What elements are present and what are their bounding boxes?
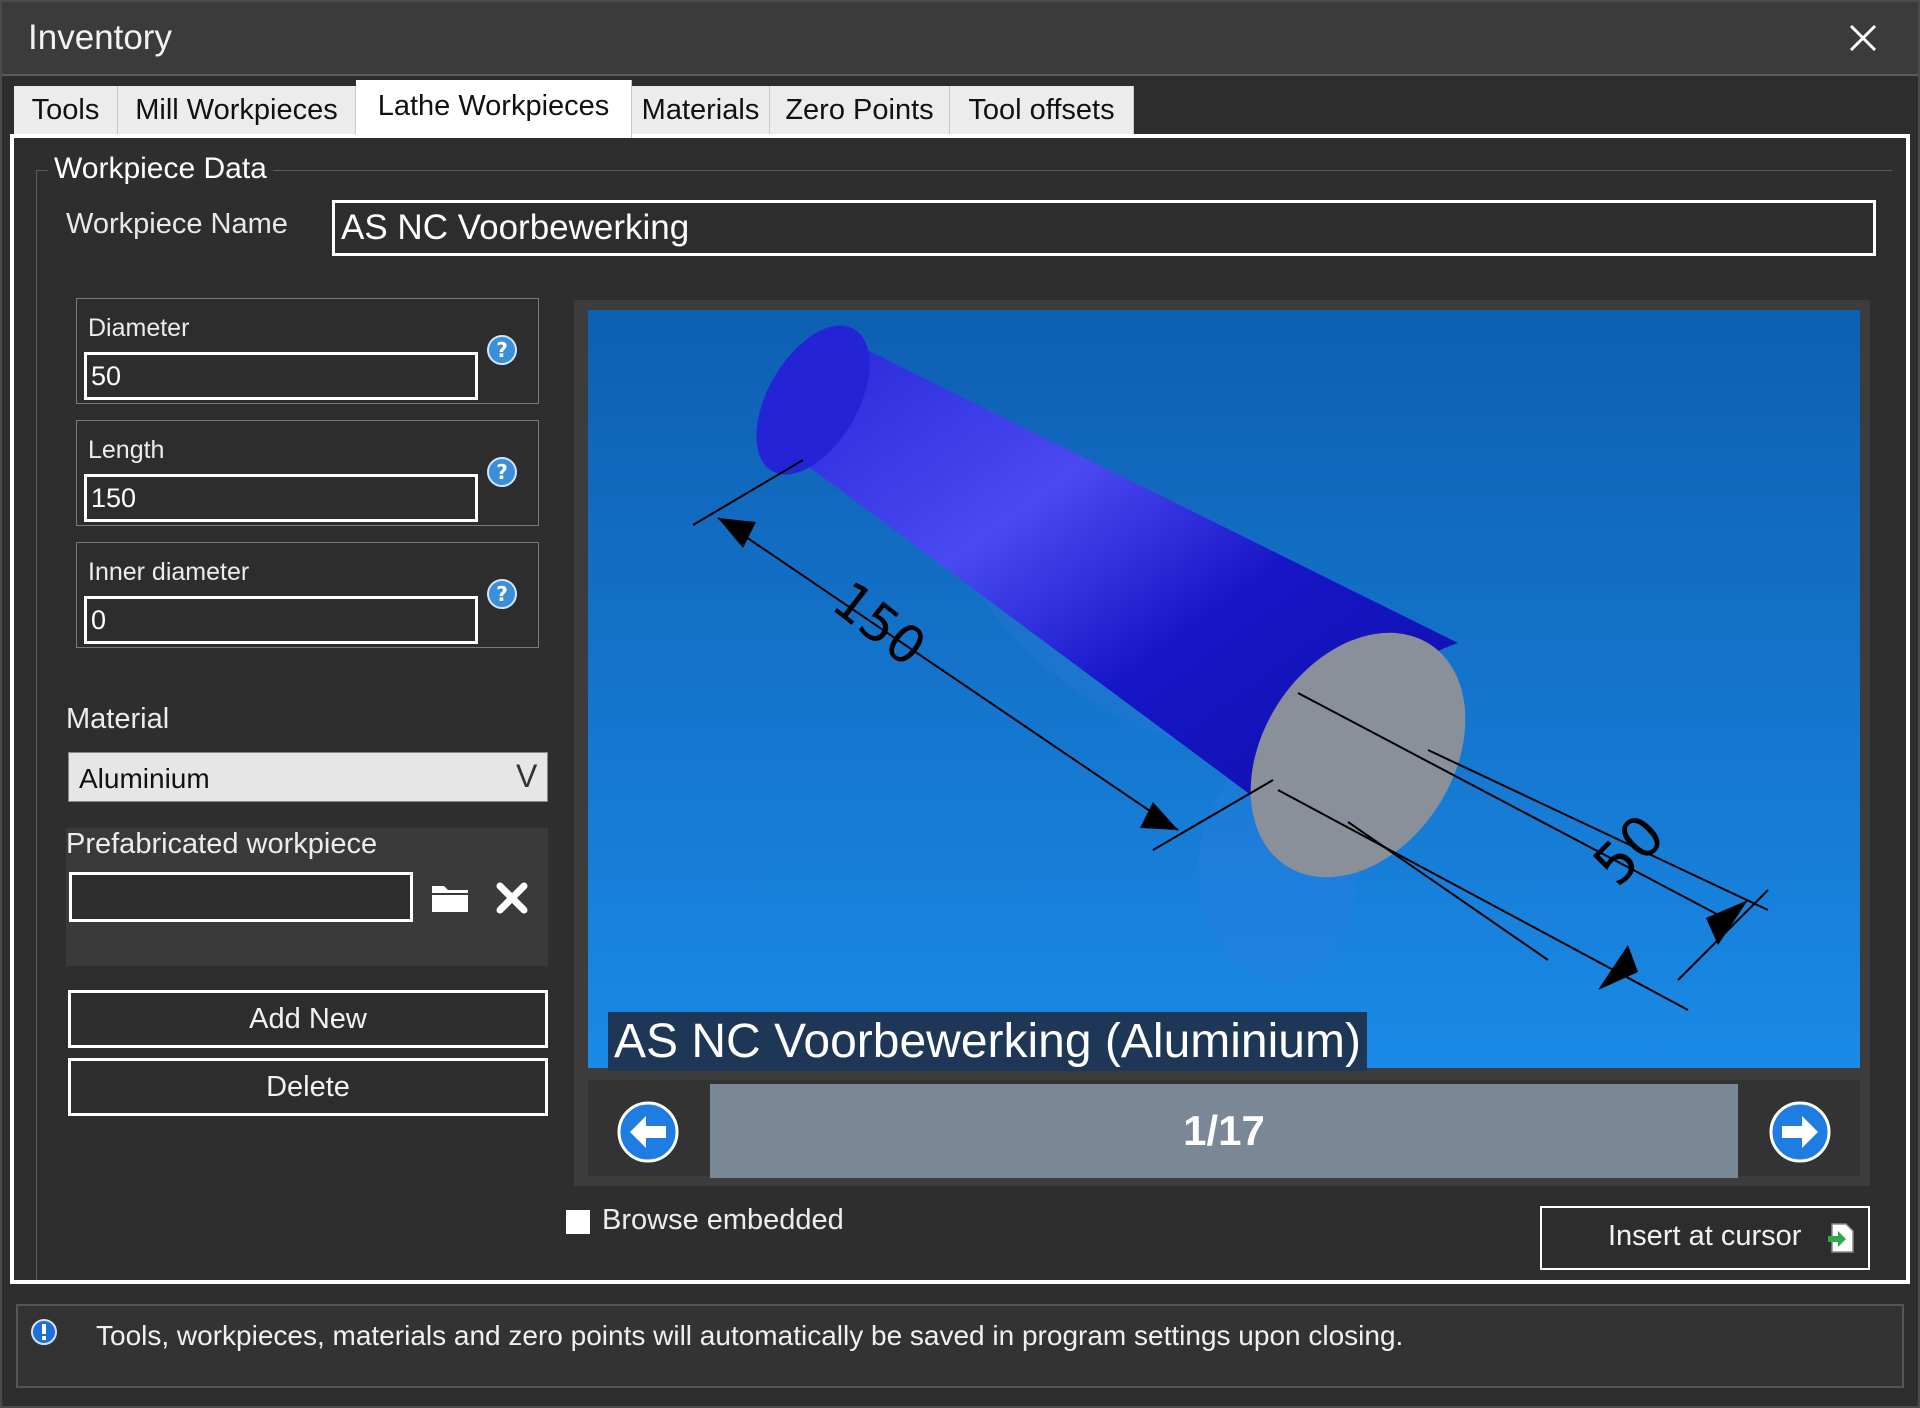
arrow-left-icon[interactable] <box>616 1100 680 1164</box>
tab-tool-offsets[interactable]: Tool offsets <box>950 86 1134 134</box>
length-label: Length <box>88 436 165 464</box>
svg-text:?: ? <box>496 338 508 362</box>
browse-embedded-checkbox[interactable] <box>566 1210 590 1234</box>
diameter-label: Diameter <box>88 314 190 342</box>
add-new-button[interactable]: Add New <box>68 990 548 1048</box>
info-icon <box>31 1319 57 1345</box>
tab-materials[interactable]: Materials <box>632 86 770 134</box>
browse-embedded-label: Browse embedded <box>602 1204 844 1236</box>
inner-diameter-input[interactable] <box>84 596 478 644</box>
help-icon[interactable]: ? <box>486 334 518 366</box>
clear-icon[interactable] <box>494 880 530 916</box>
delete-button[interactable]: Delete <box>68 1058 548 1116</box>
preview-caption: AS NC Voorbewerking (Aluminium) <box>608 1012 1367 1071</box>
prefab-label: Prefabricated workpiece <box>66 828 378 860</box>
workpiece-name-label: Workpiece Name <box>66 208 288 240</box>
window-title: Inventory <box>28 18 172 57</box>
insert-document-icon <box>1828 1223 1854 1253</box>
material-select[interactable]: Aluminium <box>68 752 548 802</box>
preview-counter: 1/17 <box>710 1084 1738 1178</box>
tab-zero-points[interactable]: Zero Points <box>770 86 950 134</box>
arrow-right-icon[interactable] <box>1768 1100 1832 1164</box>
chevron-down-icon[interactable]: V <box>516 758 537 795</box>
tab-tools[interactable]: Tools <box>14 86 118 134</box>
tab-lathe-workpieces[interactable]: Lathe Workpieces <box>356 80 632 138</box>
title-bar <box>2 2 1918 76</box>
diameter-input[interactable] <box>84 352 478 400</box>
length-input[interactable] <box>84 474 478 522</box>
inner-diameter-label: Inner diameter <box>88 558 250 586</box>
workpiece-preview-image: 150 50 <box>588 310 1860 1068</box>
prefab-input[interactable] <box>69 872 413 922</box>
material-label: Material <box>66 703 170 735</box>
close-icon[interactable] <box>1843 18 1883 58</box>
group-legend: Workpiece Data <box>48 152 273 186</box>
workpiece-name-input[interactable] <box>332 200 1876 256</box>
svg-text:?: ? <box>496 460 508 484</box>
tab-mill-workpieces[interactable]: Mill Workpieces <box>118 86 356 134</box>
help-icon[interactable]: ? <box>486 456 518 488</box>
insert-at-cursor-label: Insert at cursor <box>1608 1220 1802 1252</box>
svg-text:?: ? <box>496 582 508 606</box>
status-message: Tools, workpieces, materials and zero po… <box>96 1320 1404 1351</box>
folder-icon[interactable] <box>430 880 470 914</box>
help-icon[interactable]: ? <box>486 578 518 610</box>
